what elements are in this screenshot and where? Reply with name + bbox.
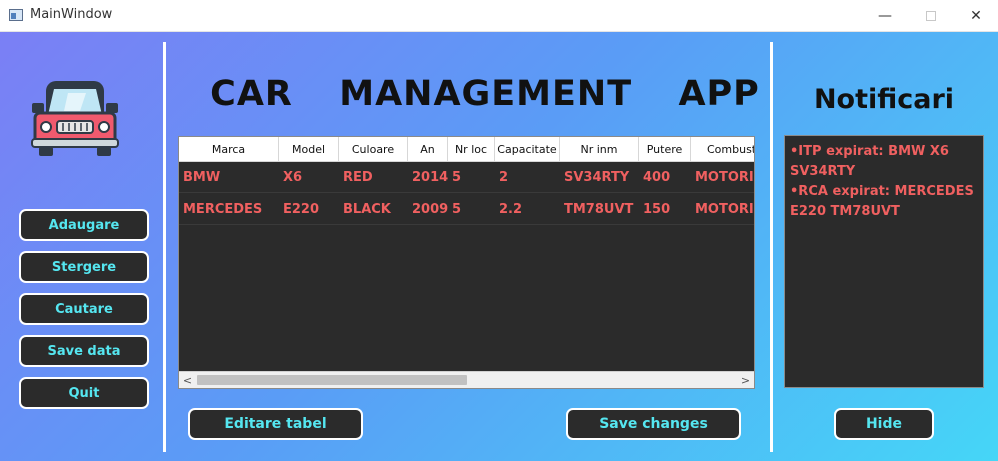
main-window-client: Adaugare Stergere Cautare Save data Quit… [0, 32, 998, 461]
window-title: MainWindow [30, 7, 113, 22]
table-row[interactable]: BMW X6 RED 2014 5 2 SV34RTY 400 MOTORINA [179, 162, 754, 193]
notifications-title: Notificari [813, 84, 955, 115]
notifications-panel: •ITP expirat: BMW X6 SV34RTY •RCA expira… [784, 135, 984, 388]
column-header-putere[interactable]: Putere [639, 137, 691, 162]
column-header-capacitate[interactable]: Capacitate [495, 137, 560, 162]
table-cell[interactable]: 2009 [408, 194, 448, 225]
table-cell[interactable]: E220 [279, 194, 339, 225]
quit-button[interactable]: Quit [19, 377, 149, 409]
hide-button[interactable]: Hide [834, 408, 934, 440]
table-cell[interactable]: MOTORINA [691, 194, 754, 225]
save-changes-button[interactable]: Save changes [566, 408, 741, 440]
column-header-an[interactable]: An [408, 137, 448, 162]
left-divider [163, 42, 166, 452]
stergere-button[interactable]: Stergere [19, 251, 149, 283]
scroll-right-icon[interactable]: > [737, 372, 754, 388]
column-header-marca[interactable]: Marca [179, 137, 279, 162]
close-button[interactable]: ✕ [953, 0, 998, 31]
title-bar: MainWindow — ✕ [0, 0, 998, 32]
table-cell[interactable]: 400 [639, 162, 691, 193]
column-header-model[interactable]: Model [279, 137, 339, 162]
table-cell[interactable]: 5 [448, 194, 495, 225]
scrollbar-thumb[interactable] [197, 375, 467, 385]
table-row[interactable]: MERCEDES E220 BLACK 2009 5 2.2 TM78UVT 1… [179, 194, 754, 225]
column-header-nr-loc[interactable]: Nr loc [448, 137, 495, 162]
table-cell[interactable]: 150 [639, 194, 691, 225]
column-header-combustibil[interactable]: Combust [691, 137, 754, 162]
page-title: CAR MANAGEMENT APP [210, 74, 760, 114]
table-cell[interactable]: 2.2 [495, 194, 560, 225]
horizontal-scrollbar[interactable]: < > [179, 371, 754, 388]
table-cell[interactable]: 2014 [408, 162, 448, 193]
table-cell[interactable]: 2 [495, 162, 560, 193]
table-header: Marca Model Culoare An Nr loc Capacitate… [179, 137, 754, 162]
editare-tabel-button[interactable]: Editare tabel [188, 408, 363, 440]
car-icon [31, 81, 119, 156]
cautare-button[interactable]: Cautare [19, 293, 149, 325]
save-data-button[interactable]: Save data [19, 335, 149, 367]
notification-item: •RCA expirat: MERCEDES E220 TM78UVT [790, 184, 974, 219]
table-cell[interactable]: TM78UVT [560, 194, 639, 225]
maximize-button[interactable] [908, 0, 954, 31]
table-cell[interactable]: BMW [179, 162, 279, 193]
table-cell[interactable]: MOTORINA [691, 162, 754, 193]
minimize-button[interactable]: — [862, 0, 908, 31]
column-header-culoare[interactable]: Culoare [339, 137, 408, 162]
column-header-nr-inm[interactable]: Nr inm [560, 137, 639, 162]
table-cell[interactable]: 5 [448, 162, 495, 193]
adaugare-button[interactable]: Adaugare [19, 209, 149, 241]
table-cell[interactable]: MERCEDES [179, 194, 279, 225]
table-cell[interactable]: BLACK [339, 194, 408, 225]
window-app-icon [9, 9, 23, 21]
notification-item: •ITP expirat: BMW X6 SV34RTY [790, 144, 949, 179]
table-cell[interactable]: X6 [279, 162, 339, 193]
cars-table[interactable]: Marca Model Culoare An Nr loc Capacitate… [178, 136, 755, 389]
table-cell[interactable]: RED [339, 162, 408, 193]
table-cell[interactable]: SV34RTY [560, 162, 639, 193]
maximize-icon [926, 10, 936, 21]
scroll-left-icon[interactable]: < [179, 372, 196, 388]
